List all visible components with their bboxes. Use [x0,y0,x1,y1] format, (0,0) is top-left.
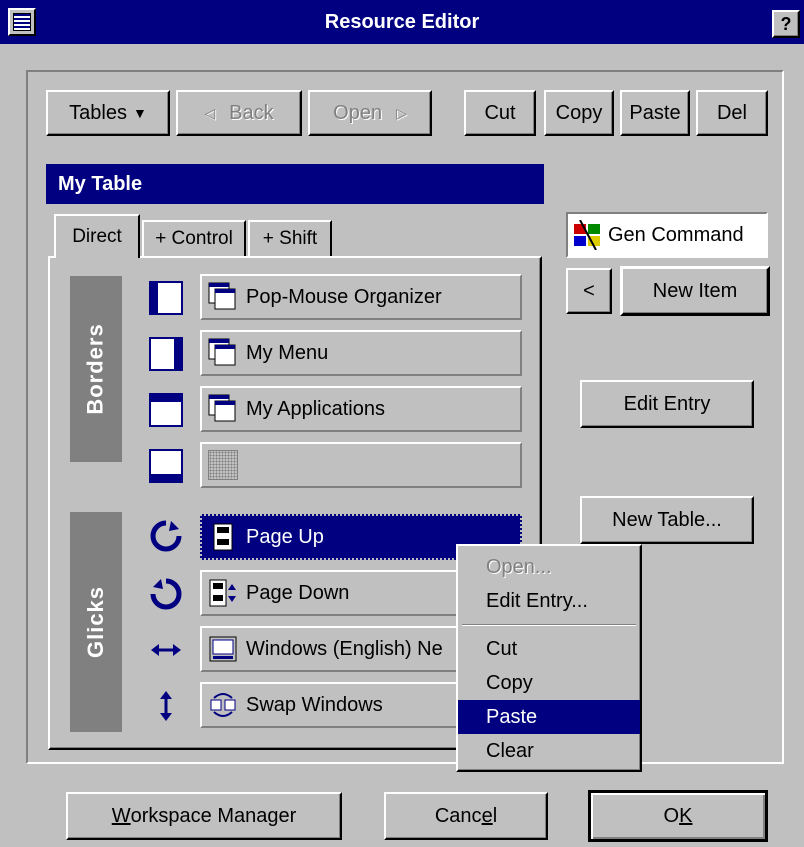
ok-accel-key: K [679,804,693,827]
gen-command-icon [574,220,600,250]
chevron-down-icon: ▼ [132,105,147,121]
back-label: Back [229,101,274,124]
paste-button[interactable]: Paste [620,90,690,136]
table-title: My Table [46,164,544,204]
page-up-icon [213,523,233,551]
menu-item-clear[interactable]: Clear [458,734,640,768]
empty-slot-icon [208,450,238,480]
help-button[interactable]: ? [772,10,800,38]
slot-label: Page Down [246,581,350,604]
borders-label: Borders [83,323,109,415]
tables-dropdown-button[interactable]: Tables ▼ [46,90,170,136]
menu-item-open[interactable]: Open... [458,550,640,584]
ok-button[interactable]: OK [588,790,768,842]
new-table-button[interactable]: New Table... [580,496,754,544]
slot-label: Windows (English) Ne [246,637,443,660]
gen-command-field[interactable]: Gen Command [566,212,768,258]
slot-label: Page Up [246,525,324,548]
window-icon [208,338,236,366]
window-title: Resource Editor [324,10,480,33]
window-icon [208,282,236,310]
cut-button[interactable]: Cut [464,90,536,136]
copy-button[interactable]: Copy [544,90,614,136]
gen-command-label: Gen Command [608,223,744,246]
cancel-button[interactable]: Canc e l [384,792,548,840]
workspace-label-post: orkspace Manager [130,804,297,827]
ok-label-pre: O [663,804,680,827]
back-arrow-icon: ◁ [204,104,216,121]
cancel-label-pre: Canc [434,804,482,827]
cancel-accel-key: e [481,804,493,827]
tab-control[interactable]: + Control [142,220,246,258]
cancel-label-post: l [492,804,498,827]
tables-label: Tables [69,101,127,124]
window-icon [208,394,236,422]
delete-button[interactable]: Del [696,90,768,136]
menu-separator [462,624,636,626]
slot-label: Swap Windows [246,693,383,716]
menu-item-paste[interactable]: Paste [458,700,640,734]
clicks-label: Glicks [83,585,109,659]
border-slot-2[interactable]: My Menu [200,330,522,376]
swap-windows-icon [210,693,236,717]
bottom-border-icon [148,448,184,484]
clicks-group-label: Glicks [70,512,122,732]
workspace-manager-button[interactable]: Workspace Manager [66,792,342,840]
right-border-icon [148,336,184,372]
menu-item-cut[interactable]: Cut [458,632,640,666]
page-down-icon [209,579,236,607]
tab-direct[interactable]: Direct [54,214,140,258]
border-slot-1[interactable]: Pop-Mouse Organizer [200,274,522,320]
new-item-button[interactable]: New Item [620,266,770,316]
vertical-arrows-icon [148,688,184,724]
open-button[interactable]: Open ▷ [308,90,432,136]
borders-group-label: Borders [70,276,122,462]
edit-entry-button[interactable]: Edit Entry [580,380,754,428]
menu-item-copy[interactable]: Copy [458,666,640,700]
slot-label: My Menu [246,341,329,364]
title-bar: Resource Editor ? [0,0,804,44]
border-slot-3[interactable]: My Applications [200,386,522,432]
back-button[interactable]: ◁ Back [176,90,302,136]
keyboard-icon [209,636,237,662]
forward-arrow-icon: ▷ [396,104,407,121]
circular-arrow-icon [148,518,184,554]
menu-item-edit-entry[interactable]: Edit Entry... [458,584,640,618]
top-border-icon [148,392,184,428]
slot-label: My Applications [246,397,385,420]
horizontal-arrows-icon [148,632,184,668]
tab-shift[interactable]: + Shift [248,220,332,258]
app-icon[interactable] [8,8,36,36]
context-menu: Open... Edit Entry... Cut Copy Paste Cle… [456,544,642,772]
insert-arrow-button[interactable]: < [566,268,612,314]
circular-arrow-icon [148,576,184,612]
left-border-icon [148,280,184,316]
slot-label: Pop-Mouse Organizer [246,285,442,308]
border-slot-4[interactable] [200,442,522,488]
workspace-accel-key: W [111,804,131,827]
open-label: Open [333,101,383,124]
